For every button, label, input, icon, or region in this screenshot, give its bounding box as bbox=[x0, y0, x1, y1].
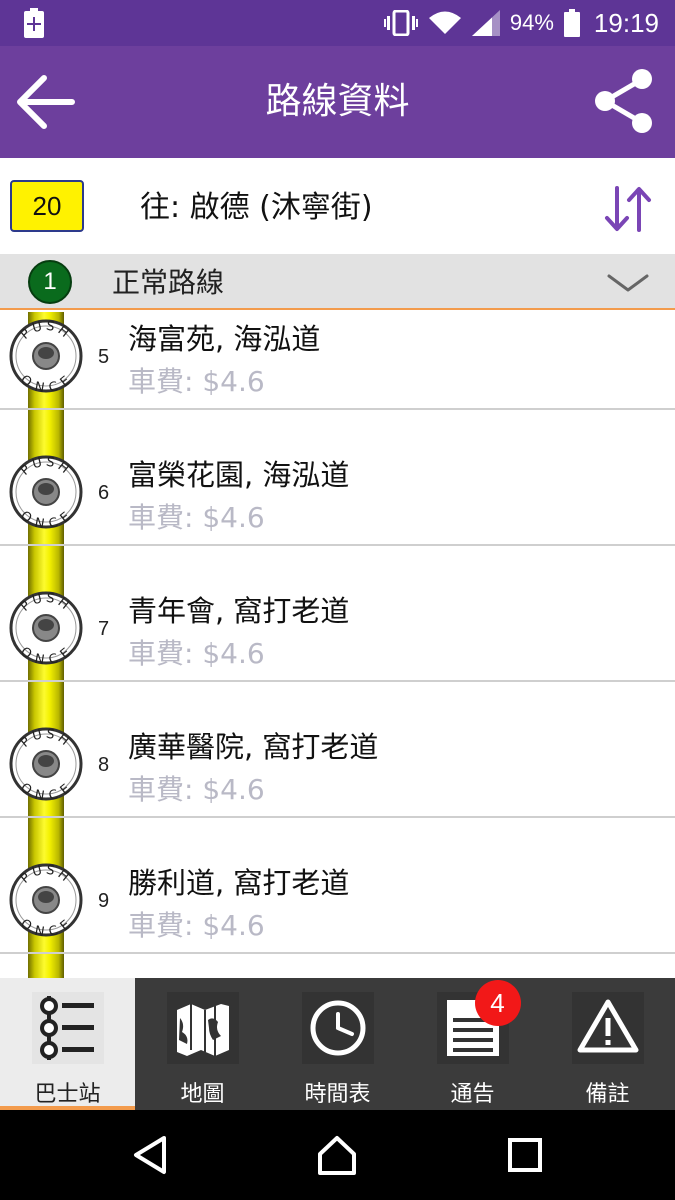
wifi-icon bbox=[428, 11, 461, 34]
nav-tab-label: 時間表 bbox=[304, 1082, 371, 1107]
clock-time: 19:19 bbox=[593, 7, 659, 38]
stop-fare: 車費: $4.6 bbox=[128, 365, 265, 398]
stop-name: 海富苑, 海泓道 bbox=[128, 322, 321, 356]
push-once-button-icon: PUSHONCE bbox=[9, 727, 83, 802]
system-back-icon[interactable] bbox=[128, 1132, 174, 1178]
stop-fare: 車費: $4.6 bbox=[128, 637, 265, 670]
page-title: 路線資料 bbox=[265, 81, 410, 122]
map-icon bbox=[166, 992, 239, 1064]
vibrate-icon bbox=[383, 10, 418, 36]
status-bar: 94% 19:19 bbox=[0, 0, 675, 46]
route-number-badge: 20 bbox=[10, 180, 84, 232]
push-once-button-icon: PUSHONCE bbox=[9, 863, 83, 938]
push-once-button-icon: PUSHONCE bbox=[9, 591, 83, 666]
nav-tab-map[interactable]: 地圖 bbox=[135, 978, 270, 1110]
share-icon[interactable] bbox=[593, 68, 655, 134]
bus-stop-row[interactable]: PUSH ONCE 8 廣華醫院, 窩打老道 車費: $4.6 bbox=[0, 682, 675, 818]
bottom-navigation: 巴士站 地圖 時間表 4 通告 備註 bbox=[0, 978, 675, 1110]
nav-tab-timetable[interactable]: 時間表 bbox=[270, 978, 405, 1110]
stop-fare: 車費: $4.6 bbox=[128, 773, 265, 806]
signal-icon bbox=[471, 10, 500, 36]
battery-percent: 94% bbox=[509, 10, 554, 35]
swap-direction-icon[interactable] bbox=[603, 184, 653, 234]
nav-tab-label: 巴士站 bbox=[34, 1082, 101, 1107]
system-recents-icon[interactable] bbox=[502, 1132, 548, 1178]
bus-stop-row[interactable]: PUSH ONCE 6 富榮花園, 海泓道 車費: $4.6 bbox=[0, 410, 675, 546]
notice-count-badge: 4 bbox=[474, 980, 521, 1026]
route-variant-label: 正常路線 bbox=[112, 266, 225, 299]
stop-sequence-number: 9 bbox=[98, 890, 110, 912]
chevron-down-icon[interactable] bbox=[607, 272, 649, 294]
nav-tab-label: 地圖 bbox=[180, 1082, 225, 1107]
stop-name: 富榮花園, 海泓道 bbox=[128, 458, 350, 492]
bus-stop-list-icon bbox=[31, 992, 104, 1064]
bus-stop-row[interactable]: PUSH ONCE 9 勝利道, 窩打老道 車費: $4.6 bbox=[0, 818, 675, 954]
bus-stop-list[interactable]: PUSH ONCE 5 海富苑, 海泓道 車費: $4.6 PUSH ONCE 6 富榮花園, … bbox=[0, 312, 675, 978]
route-variant-selector[interactable]: 1 正常路線 bbox=[0, 254, 675, 310]
battery-charging-icon bbox=[24, 8, 44, 38]
system-home-icon[interactable] bbox=[314, 1132, 360, 1178]
nav-tab-remarks[interactable]: 備註 bbox=[540, 978, 675, 1110]
bus-stop-row[interactable]: PUSH ONCE 5 海富苑, 海泓道 車費: $4.6 bbox=[0, 312, 675, 410]
route-header: 20 往: 啟德 (沐寧街) bbox=[0, 158, 675, 254]
nav-tab-label: 備註 bbox=[585, 1082, 630, 1107]
push-once-button-icon: PUSHONCE bbox=[9, 319, 83, 394]
stop-name: 廣華醫院, 窩打老道 bbox=[128, 730, 379, 764]
warning-icon bbox=[571, 992, 644, 1064]
bus-stop-row[interactable]: PUSH ONCE 7 青年會, 窩打老道 車費: $4.6 bbox=[0, 546, 675, 682]
app-bar: 路線資料 bbox=[0, 46, 675, 158]
stop-name: 勝利道, 窩打老道 bbox=[128, 866, 350, 900]
stop-name: 青年會, 窩打老道 bbox=[128, 594, 350, 628]
stop-fare: 車費: $4.6 bbox=[128, 909, 265, 942]
system-navigation-bar bbox=[0, 1110, 675, 1200]
nav-tab-label: 通告 bbox=[450, 1082, 495, 1107]
route-destination: 往: 啟德 (沐寧街) bbox=[140, 190, 373, 225]
push-once-button-icon: PUSHONCE bbox=[9, 455, 83, 530]
stop-fare: 車費: $4.6 bbox=[128, 501, 265, 534]
nav-tab-bus-stops[interactable]: 巴士站 bbox=[0, 978, 135, 1110]
route-variant-number: 1 bbox=[28, 260, 72, 304]
clock-icon bbox=[301, 992, 374, 1064]
nav-tab-notices[interactable]: 4 通告 bbox=[405, 978, 540, 1110]
battery-icon bbox=[563, 9, 580, 37]
